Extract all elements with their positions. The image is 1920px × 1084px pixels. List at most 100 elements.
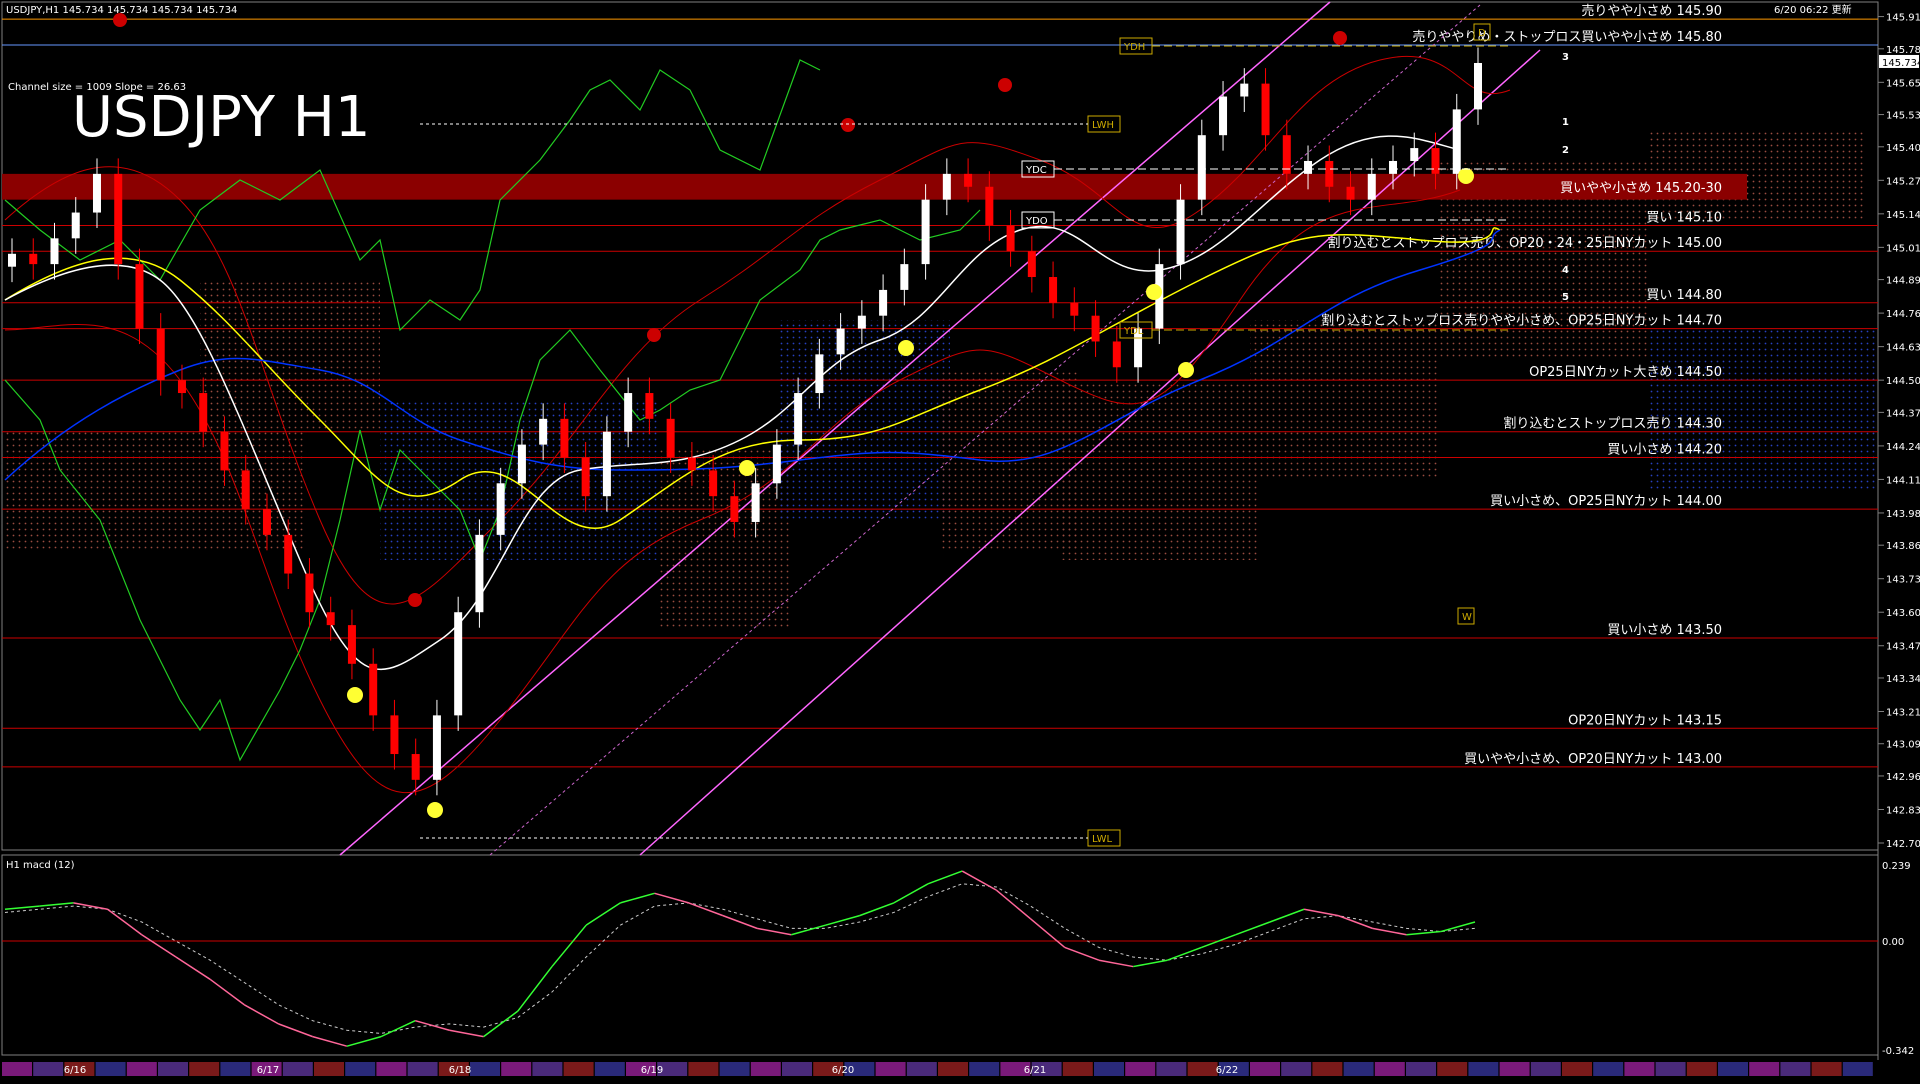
price-tick-label: 144.760 (1886, 309, 1920, 320)
date-cell (314, 1062, 344, 1076)
date-label: 6/17 (257, 1065, 279, 1076)
price-tick-label: 143.985 (1886, 509, 1920, 520)
marker-label: YDO (1025, 216, 1048, 227)
date-cell (1374, 1062, 1405, 1076)
candle-body (1049, 277, 1058, 303)
date-cell (282, 1062, 313, 1076)
date-cell (501, 1062, 532, 1076)
wave-label: 1 (1562, 117, 1569, 128)
candle-body (1176, 199, 1185, 265)
candle-body (432, 715, 441, 780)
level-label: 売りややりめ・ストップロス買いやや小さめ 145.80 (1412, 29, 1722, 45)
date-cell (938, 1062, 968, 1076)
macd-tick-label: -0.342 (1882, 1046, 1914, 1057)
level-label: 買い 144.80 (1646, 288, 1722, 303)
candle-body (709, 470, 718, 497)
up-arrow-icon (1178, 362, 1194, 378)
candle-body (1197, 135, 1206, 200)
price-tick-label: 144.890 (1886, 276, 1920, 287)
date-cell (1187, 1062, 1218, 1076)
down-arrow-icon (1333, 31, 1347, 45)
price-tick-label: 145.405 (1886, 143, 1920, 154)
date-cell (906, 1062, 937, 1076)
date-cell (563, 1062, 594, 1076)
level-label: 割り込むとストップロス売り 144.30 (1503, 416, 1722, 432)
candle-body (199, 393, 208, 432)
price-tick-label: 144.115 (1886, 475, 1920, 486)
date-cell (1842, 1062, 1873, 1076)
candle-body (517, 444, 526, 484)
candle-body (92, 173, 101, 213)
candle-body (1261, 83, 1270, 136)
candle-body (220, 431, 229, 471)
candle-body (687, 457, 696, 471)
date-cell (782, 1062, 812, 1076)
date-cell (407, 1062, 438, 1076)
price-tick-label: 142.705 (1886, 839, 1920, 850)
update-timestamp: 6/20 06:22 更新 (1774, 3, 1852, 16)
price-tick-label: 145.785 (1886, 45, 1920, 56)
candle-body (262, 509, 271, 535)
candle-body (326, 612, 335, 626)
candle-body (1006, 225, 1015, 252)
level-label: 買い小さめ 143.50 (1607, 623, 1722, 638)
up-arrow-icon (1146, 284, 1162, 300)
candle-body (581, 457, 590, 497)
price-tick-label: 142.835 (1886, 805, 1920, 816)
date-cell (1624, 1062, 1655, 1076)
price-tick-label: 145.275 (1886, 176, 1920, 187)
candle-body (772, 444, 781, 484)
date-cell (1593, 1062, 1624, 1076)
candle-body (1389, 160, 1398, 174)
price-tick-label: 143.600 (1886, 608, 1920, 619)
date-cell (532, 1062, 563, 1076)
candle-body (284, 534, 293, 574)
candle-body (794, 393, 803, 445)
level-label: OP25日NYカット大きめ 144.50 (1529, 365, 1722, 380)
date-label: 6/19 (641, 1065, 663, 1076)
up-arrow-icon (347, 687, 363, 703)
candle-body (900, 264, 909, 290)
price-tick-label: 143.345 (1886, 674, 1920, 685)
marker-label: YDH (1123, 42, 1145, 53)
candle-body (879, 289, 888, 316)
date-cell (1686, 1062, 1717, 1076)
date-cell (1062, 1062, 1093, 1076)
date-cell (1749, 1062, 1780, 1076)
date-cell (1530, 1062, 1561, 1076)
price-tick-label: 145.145 (1886, 210, 1920, 221)
candle-body (1410, 148, 1419, 161)
candle-body (964, 173, 973, 187)
candle-body (624, 393, 633, 432)
date-cell (1094, 1062, 1124, 1076)
candle-body (71, 212, 80, 239)
date-cell (1281, 1062, 1312, 1076)
level-label: OP20日NYカット 143.15 (1568, 713, 1722, 728)
level-label: 買い小さめ、OP25日NYカット 144.00 (1490, 494, 1722, 509)
candle-body (1304, 160, 1313, 174)
candle-body (942, 173, 951, 200)
date-cell (719, 1062, 750, 1076)
macd-title: H1 macd (12) (6, 860, 75, 871)
candle-body (369, 663, 378, 716)
candle-body (921, 199, 930, 265)
candle-body (1027, 251, 1036, 278)
date-cell (470, 1062, 500, 1076)
symbol-info: USDJPY,H1 145.734 145.734 145.734 145.73… (6, 5, 237, 16)
candle-body (560, 418, 569, 458)
marker-label: LWH (1092, 120, 1114, 131)
up-arrow-icon (427, 802, 443, 818)
wave-label: 4 (1562, 265, 1569, 276)
level-label: 買いやや小さめ 145.20-30 (1560, 181, 1722, 196)
candle-body (730, 496, 739, 522)
date-cell (1655, 1062, 1686, 1076)
price-tick-label: 143.215 (1886, 707, 1920, 718)
candle-body (454, 612, 463, 716)
candle-body (475, 534, 484, 613)
candle-body (177, 380, 186, 394)
candle-body (347, 625, 356, 664)
marker-label: LWL (1092, 834, 1113, 845)
date-cell (1468, 1062, 1499, 1076)
candle-body (1112, 341, 1121, 368)
candle-body (815, 354, 824, 394)
